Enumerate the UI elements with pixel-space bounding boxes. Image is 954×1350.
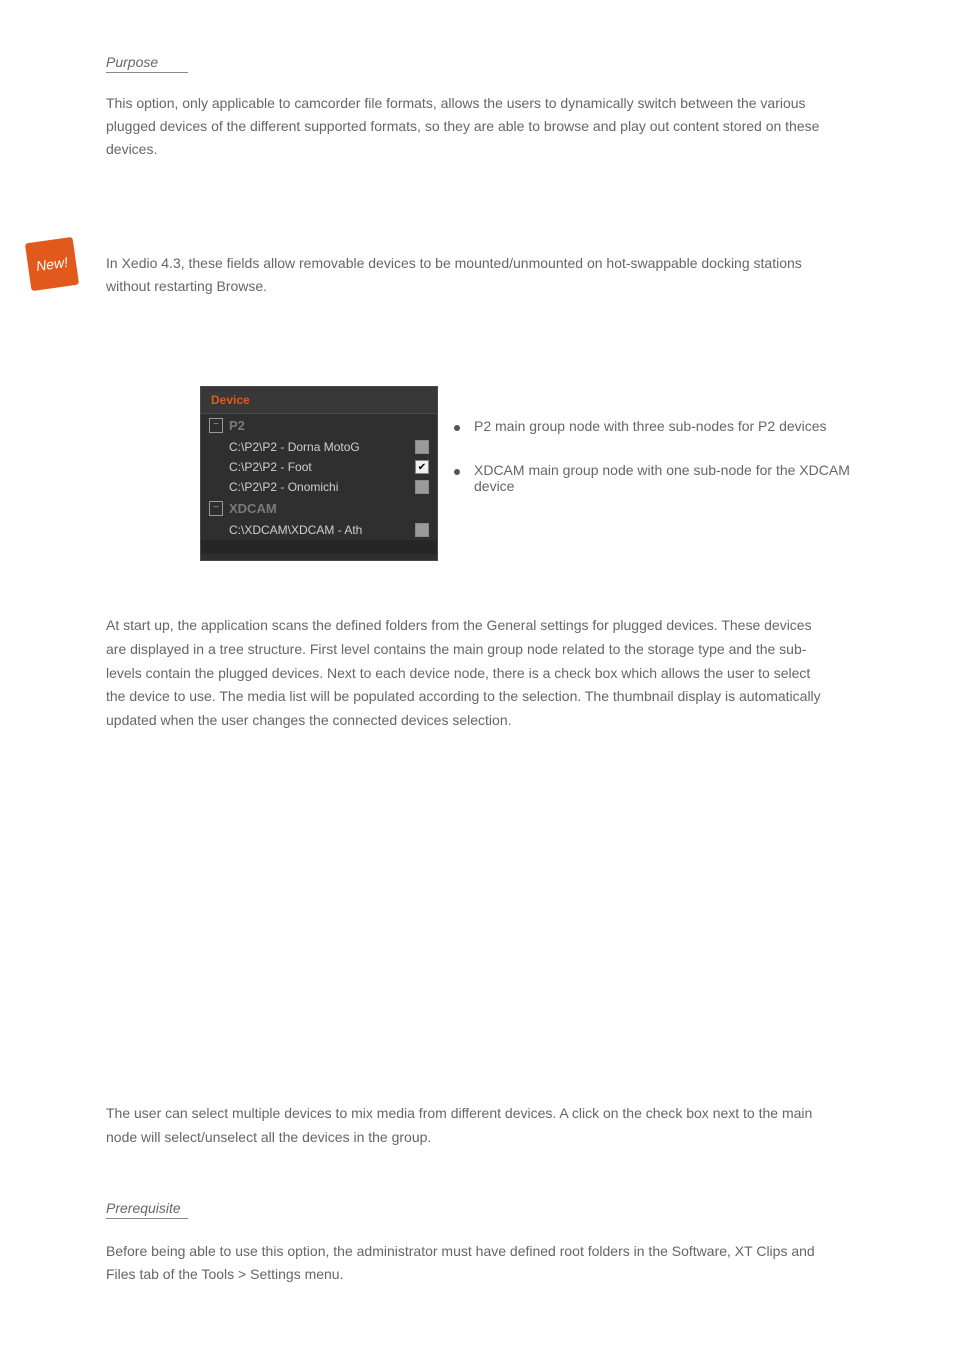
divider bbox=[106, 72, 188, 73]
device-group-xdcam[interactable]: − XDCAM bbox=[201, 497, 437, 520]
expander-icon[interactable]: − bbox=[209, 418, 223, 433]
side-note-paragraph: In Xedio 4.3, these fields allow removab… bbox=[106, 252, 826, 298]
main-paragraph: At start up, the application scans the d… bbox=[106, 614, 826, 733]
panel-spacer bbox=[201, 540, 437, 554]
page: Purpose This option, only applicable to … bbox=[0, 0, 954, 1350]
device-panel-header: Device bbox=[201, 387, 437, 414]
device-path: C:\P2\P2 - Foot bbox=[229, 460, 312, 474]
prerequisite-heading: Prerequisite bbox=[106, 1200, 181, 1216]
device-path: C:\P2\P2 - Dorna MotoG bbox=[229, 440, 360, 454]
device-item[interactable]: C:\P2\P2 - Dorna MotoG bbox=[201, 437, 437, 457]
bullet-row: XDCAM main group node with one sub-node … bbox=[454, 462, 854, 494]
divider bbox=[106, 1218, 188, 1219]
bullet-row: P2 main group node with three sub-nodes … bbox=[454, 418, 854, 434]
expander-icon[interactable]: − bbox=[209, 501, 223, 516]
bullet-icon bbox=[454, 425, 460, 431]
purpose-heading: Purpose bbox=[106, 54, 158, 70]
bullets-block: P2 main group node with three sub-nodes … bbox=[454, 418, 854, 522]
prerequisite-paragraph: Before being able to use this option, th… bbox=[106, 1240, 826, 1286]
checkbox-icon[interactable] bbox=[415, 480, 429, 494]
checkbox-icon[interactable] bbox=[415, 523, 429, 537]
device-item[interactable]: C:\XDCAM\XDCAM - Ath bbox=[201, 520, 437, 540]
device-group-p2[interactable]: − P2 bbox=[201, 414, 437, 437]
device-path: C:\P2\P2 - Onomichi bbox=[229, 480, 338, 494]
note-paragraph: The user can select multiple devices to … bbox=[106, 1102, 826, 1150]
device-group-label: XDCAM bbox=[229, 501, 277, 516]
device-item[interactable]: C:\P2\P2 - Onomichi bbox=[201, 477, 437, 497]
bullet-text: XDCAM main group node with one sub-node … bbox=[474, 462, 854, 494]
new-sticker: New! bbox=[25, 237, 79, 291]
device-item[interactable]: C:\P2\P2 - Foot ✔ bbox=[201, 457, 437, 477]
device-panel: Device − P2 C:\P2\P2 - Dorna MotoG C:\P2… bbox=[200, 386, 438, 561]
device-group-label: P2 bbox=[229, 418, 245, 433]
checkbox-icon[interactable] bbox=[415, 440, 429, 454]
checkbox-icon[interactable]: ✔ bbox=[415, 460, 429, 474]
bullet-icon bbox=[454, 469, 460, 475]
new-sticker-label: New! bbox=[35, 254, 69, 274]
bullet-text: P2 main group node with three sub-nodes … bbox=[474, 418, 827, 434]
device-path: C:\XDCAM\XDCAM - Ath bbox=[229, 523, 362, 537]
intro-paragraph: This option, only applicable to camcorde… bbox=[106, 92, 826, 161]
